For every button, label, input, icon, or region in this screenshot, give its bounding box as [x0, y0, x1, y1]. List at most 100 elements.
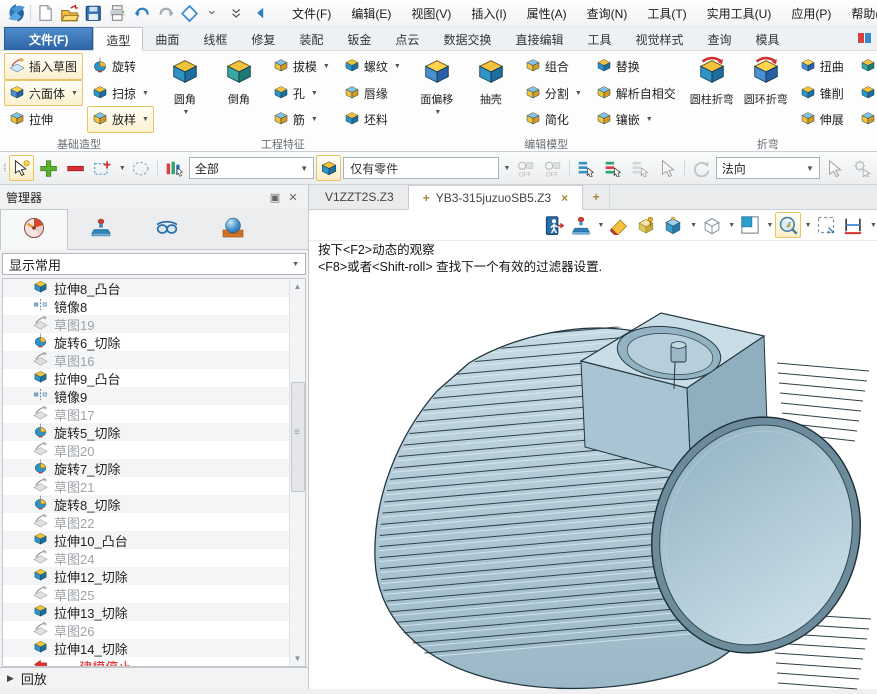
measure-width-button[interactable] [841, 212, 866, 238]
tree-item[interactable]: 拉伸10_凸台 [3, 531, 290, 549]
放样-button[interactable]: 放样▼ [87, 106, 154, 133]
分割-button[interactable]: 分割▼ [520, 80, 587, 107]
scroll-down-icon[interactable]: ▼ [290, 651, 305, 666]
tree-item[interactable]: 旋转7_切除 [3, 459, 290, 477]
tree-item[interactable]: 草图20 [3, 441, 290, 459]
螺纹-button[interactable]: 螺纹▼ [339, 53, 406, 80]
menu-item[interactable]: 应用(P) [781, 1, 841, 26]
pick-from-list-button[interactable] [573, 155, 598, 181]
拔模-button[interactable]: 拔模▼ [268, 53, 335, 80]
圆角-button[interactable]: 圆角▼ [158, 52, 212, 116]
remove-selection-button[interactable] [63, 155, 88, 181]
add-selection-button[interactable] [36, 155, 61, 181]
ribbon-tab-修复[interactable]: 修复 [239, 27, 287, 50]
tree-item[interactable]: ----- 建模停止 ----- [3, 657, 290, 667]
ribbon-tab-查询[interactable]: 查询 [696, 27, 744, 50]
tree-item[interactable]: 镜像9 [3, 387, 290, 405]
插入草图-button[interactable]: 插入草图 [4, 53, 83, 80]
面偏移-button[interactable]: 面偏移▼ [410, 52, 464, 116]
pick-from-list-colored-button[interactable] [601, 155, 626, 181]
corner-view-button[interactable] [737, 212, 762, 238]
replay-section[interactable]: ▶ 回放 [0, 667, 308, 689]
exit-walk-button[interactable] [541, 212, 566, 238]
regen-button[interactable] [177, 2, 201, 24]
tree-item[interactable]: 拉伸9_凸台 [3, 369, 290, 387]
select-cursor-button[interactable] [655, 155, 680, 181]
toggle-off-2-button[interactable]: OFF [539, 155, 564, 181]
解析自相交-button[interactable]: 解析自相交 [591, 80, 681, 107]
chevron-down-icon[interactable]: ▼ [575, 90, 582, 97]
圆环折弯-button[interactable]: 圆环折弯 [739, 52, 793, 107]
chevron-down-icon[interactable]: ▼ [71, 90, 78, 97]
menu-item[interactable]: 属性(A) [517, 1, 577, 26]
tree-item[interactable]: 拉伸8_凸台 [3, 279, 290, 297]
resize-window-button[interactable] [814, 212, 839, 238]
cursor-option-button[interactable] [822, 155, 847, 181]
tree-item[interactable]: 旋转5_切除 [3, 423, 290, 441]
view-stamp-button[interactable] [568, 212, 593, 238]
box-select-button[interactable] [90, 155, 115, 181]
tree-item[interactable]: 草图25 [3, 585, 290, 603]
manager-tab-stamp[interactable] [68, 209, 134, 249]
orientation-combo[interactable]: 法向 ▼ [716, 157, 820, 179]
圆柱折弯-button[interactable]: 圆柱折弯 [685, 52, 739, 107]
抽壳-button[interactable]: 抽壳 [464, 52, 518, 107]
eraser-button[interactable] [606, 212, 631, 238]
chevron-down-icon[interactable]: ▼ [434, 109, 441, 116]
ribbon-tab-直接编辑[interactable]: 直接编辑 [503, 27, 575, 50]
ribbon-tab-曲面[interactable]: 曲面 [143, 27, 191, 50]
chevron-down-icon[interactable]: ▼ [323, 63, 330, 70]
expand-triangle-icon[interactable]: ▶ [7, 673, 14, 684]
chevron-down-icon[interactable]: ▼ [311, 116, 318, 123]
筋-button[interactable]: 筋▼ [268, 106, 335, 133]
简化-button[interactable]: 简化 [520, 106, 587, 133]
menu-item[interactable]: 插入(I) [461, 1, 516, 26]
toggle-off-1-button[interactable]: OFF [512, 155, 537, 181]
tree-item[interactable]: 旋转8_切除 [3, 495, 290, 513]
print-button[interactable] [105, 2, 129, 24]
tree-item[interactable]: 草图26 [3, 621, 290, 639]
filter-description-field[interactable]: 仅有零件 [343, 157, 499, 179]
tree-item[interactable]: 草图21 [3, 477, 290, 495]
menu-item[interactable]: 查询(N) [577, 1, 638, 26]
旋转-button[interactable]: 旋转 [87, 53, 154, 80]
model-canvas[interactable]: 按下<F2>动态的观察 <F8>或者<Shift-roll> 查找下一个有效的过… [309, 241, 877, 689]
wireframe-cube-dropdown[interactable]: ▼ [728, 222, 735, 229]
zoom-magnifier-button[interactable] [775, 212, 800, 238]
toolbar-grip[interactable]: ⁞⁞ [3, 163, 5, 174]
扭曲-button[interactable]: 扭曲 [795, 53, 849, 80]
manager-tab-history-gauge[interactable] [0, 209, 68, 250]
chevron-down-icon[interactable]: ▼ [142, 116, 149, 123]
undo-button[interactable] [129, 2, 153, 24]
tree-item[interactable]: 旋转6_切除 [3, 333, 290, 351]
pick-from-list-gray-button[interactable] [628, 155, 653, 181]
filter-field-dropdown[interactable]: ▼ [503, 165, 510, 172]
伸展-button[interactable]: 伸展 [795, 106, 849, 133]
ribbon-tab-点云[interactable]: 点云 [383, 27, 431, 50]
ribbon-tab-钣金[interactable]: 钣金 [335, 27, 383, 50]
scroll-thumb[interactable] [291, 382, 305, 492]
缠-button[interactable]: 缠 [855, 106, 877, 133]
display-filter-combo[interactable]: 显示常用 ▼ [2, 253, 306, 275]
dropdown-button[interactable] [201, 2, 225, 24]
tree-item[interactable]: 草图17 [3, 405, 290, 423]
save-button[interactable] [81, 2, 105, 24]
filter-list-button[interactable] [162, 155, 187, 181]
ribbon-corner-icon[interactable] [857, 30, 873, 49]
new-tab-button[interactable]: + [583, 185, 610, 209]
ribbon-tab-视觉样式[interactable]: 视觉样式 [623, 27, 695, 50]
ribbon-tab-装配[interactable]: 装配 [287, 27, 335, 50]
六面体-button[interactable]: 六面体▼ [4, 80, 83, 107]
lasso-select-button[interactable] [128, 155, 153, 181]
scroll-up-icon[interactable]: ▲ [290, 279, 305, 294]
唇缘-button[interactable]: 唇缘 [339, 80, 406, 107]
close-panel-icon[interactable]: ✕ [284, 189, 302, 205]
wireframe-cube-button[interactable] [699, 212, 724, 238]
chevron-down-icon[interactable]: ▼ [142, 90, 149, 97]
view-stamp-dropdown[interactable]: ▼ [597, 222, 604, 229]
tree-scrollbar[interactable]: ▲ ▼ [289, 279, 305, 666]
zoom-magnifier-dropdown[interactable]: ▼ [805, 222, 812, 229]
manager-tab-glasses[interactable] [134, 209, 200, 249]
tree-item[interactable]: 拉伸12_切除 [3, 567, 290, 585]
ribbon-tab-造型[interactable]: 造型 [93, 27, 143, 51]
